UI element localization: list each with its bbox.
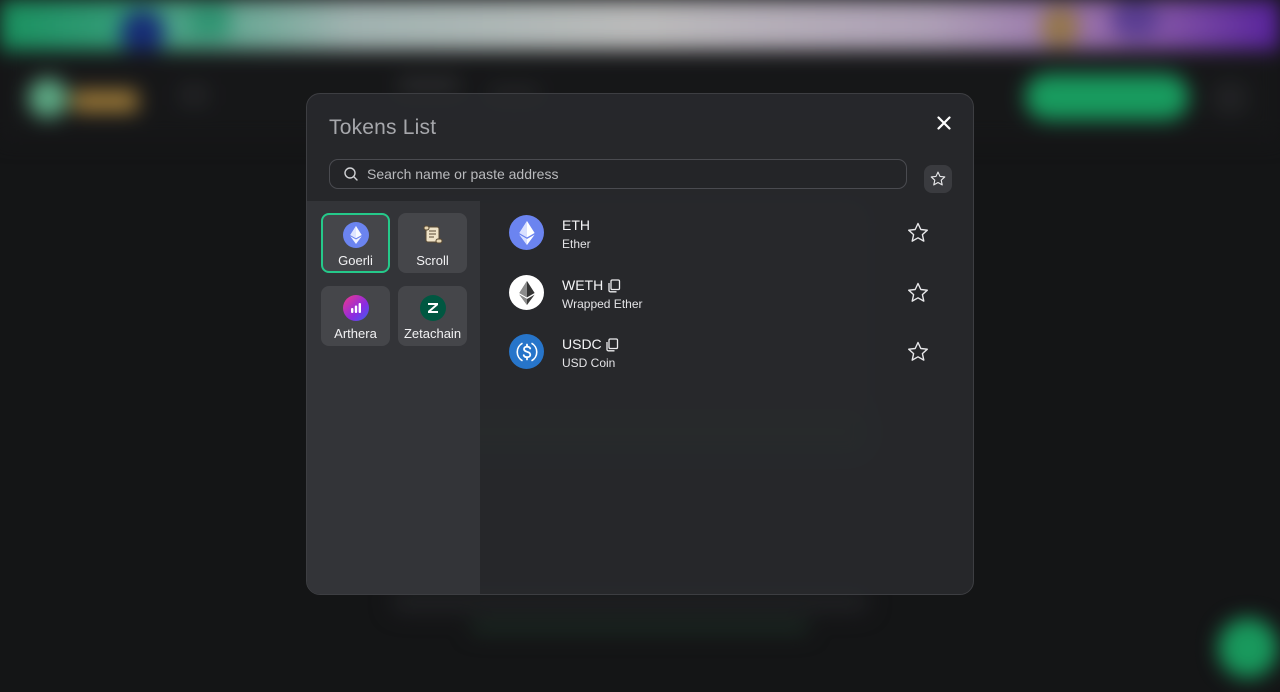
star-icon bbox=[930, 171, 946, 186]
search-input[interactable] bbox=[367, 160, 906, 188]
chain-button-scroll[interactable]: Scroll bbox=[398, 213, 467, 273]
chain-selector: Goerli Scroll Arthera Zetachain bbox=[307, 201, 480, 594]
chain-label: Arthera bbox=[334, 326, 377, 341]
search-icon bbox=[343, 166, 359, 182]
favorites-filter-button[interactable] bbox=[924, 165, 952, 193]
copy-address-icon[interactable] bbox=[605, 337, 619, 352]
chain-button-arthera[interactable]: Arthera bbox=[321, 286, 390, 346]
search-box[interactable] bbox=[329, 159, 907, 189]
token-row-eth[interactable]: ETH Ether bbox=[480, 201, 973, 257]
scroll-icon bbox=[420, 222, 446, 248]
token-name: USD Coin bbox=[562, 356, 616, 370]
tokens-list-modal: Tokens List Goe bbox=[306, 93, 974, 595]
copy-address-icon[interactable] bbox=[607, 278, 621, 293]
chain-label: Goerli bbox=[338, 253, 373, 268]
favorite-button[interactable] bbox=[905, 339, 931, 365]
token-row-usdc[interactable]: USDC USD Coin bbox=[480, 320, 973, 376]
close-button[interactable] bbox=[931, 110, 957, 136]
token-symbol: ETH bbox=[562, 217, 590, 233]
favorite-button[interactable] bbox=[905, 280, 931, 306]
token-list: ETH Ether WETH Wrapped Ether USDC USD Co… bbox=[480, 201, 973, 594]
modal-title: Tokens List bbox=[329, 116, 437, 139]
star-icon bbox=[908, 282, 928, 302]
chain-button-zetachain[interactable]: Zetachain bbox=[398, 286, 467, 346]
chain-label: Zetachain bbox=[403, 326, 462, 341]
zetachain-icon bbox=[419, 295, 446, 321]
ethereum-icon bbox=[509, 215, 544, 250]
chain-button-goerli[interactable]: Goerli bbox=[321, 213, 390, 273]
usdc-icon bbox=[509, 334, 544, 369]
star-icon bbox=[908, 222, 928, 242]
star-icon bbox=[908, 341, 928, 361]
close-icon bbox=[937, 116, 951, 130]
ethereum-icon bbox=[342, 222, 369, 248]
weth-icon bbox=[509, 275, 544, 310]
arthera-icon bbox=[342, 295, 369, 321]
token-name: Wrapped Ether bbox=[562, 297, 643, 311]
favorite-button[interactable] bbox=[905, 220, 931, 246]
chain-label: Scroll bbox=[416, 253, 449, 268]
token-symbol: WETH bbox=[562, 277, 604, 293]
token-symbol: USDC bbox=[562, 336, 602, 352]
token-row-weth[interactable]: WETH Wrapped Ether bbox=[480, 261, 973, 317]
token-name: Ether bbox=[562, 237, 591, 251]
